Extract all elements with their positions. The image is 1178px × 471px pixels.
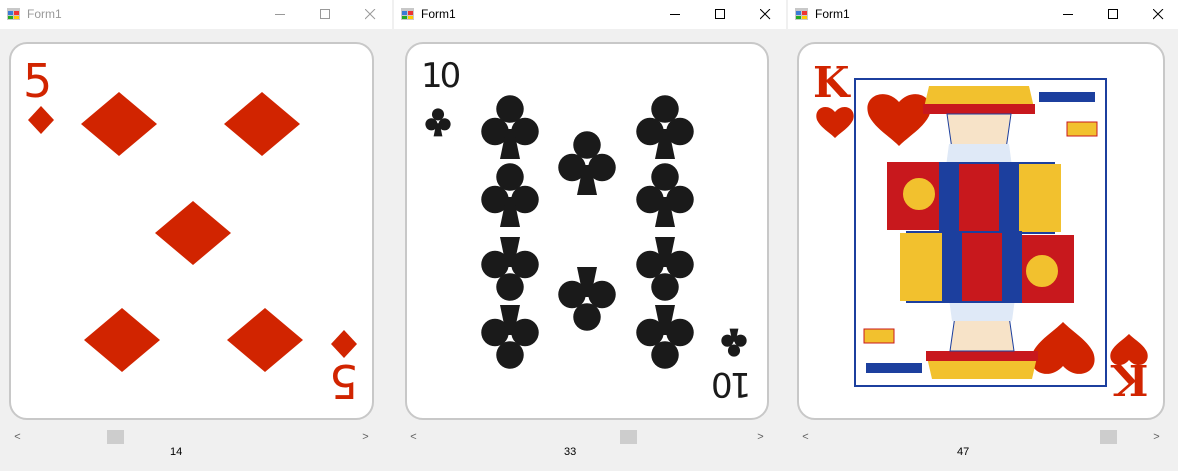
playing-card: K K (797, 42, 1165, 420)
card-rank-bottom: 10 (713, 364, 751, 404)
maximize-icon (1108, 9, 1118, 19)
scroll-right-arrow[interactable]: > (752, 429, 769, 445)
card-pips (425, 95, 747, 369)
club-pip (636, 163, 694, 227)
diamond-pip (84, 308, 160, 372)
minimize-icon (1063, 14, 1073, 15)
scroll-value-label: 14 (170, 446, 183, 458)
maximize-button[interactable] (303, 0, 348, 29)
scroll-left-arrow[interactable]: < (405, 429, 422, 445)
card-artwork (816, 78, 1148, 387)
club-pip (636, 95, 694, 159)
scroll-left-arrow[interactable]: < (9, 429, 26, 445)
diamond-pip (227, 308, 303, 372)
close-button[interactable] (348, 0, 392, 29)
scroll-thumb[interactable] (107, 430, 124, 444)
window-1: Form1 5 5 < > 14 (0, 0, 392, 471)
diamond-pip (28, 106, 54, 134)
club-pip (636, 237, 694, 301)
window-2: Form1 10 10 < > 33 (394, 0, 786, 471)
scroll-thumb[interactable] (1100, 430, 1117, 444)
title-bar[interactable]: Form1 (788, 0, 1178, 29)
minimize-button[interactable] (258, 0, 303, 29)
title-bar[interactable]: Form1 (394, 0, 786, 29)
horizontal-scrollbar[interactable]: < > (405, 429, 769, 445)
club-pip (481, 305, 539, 369)
club-pip (425, 108, 451, 137)
card-rank-bottom: 5 (328, 354, 358, 408)
card-rank-bottom: K (1112, 355, 1149, 404)
club-pip (481, 163, 539, 227)
scroll-left-arrow[interactable]: < (797, 429, 814, 445)
close-icon (365, 9, 376, 20)
close-icon (760, 9, 771, 20)
title-bar[interactable]: Form1 (0, 0, 392, 29)
scroll-value-label: 33 (564, 446, 577, 458)
scroll-right-arrow[interactable]: > (1148, 429, 1165, 445)
app-icon (795, 8, 808, 20)
club-pip (481, 95, 539, 159)
club-pip (558, 131, 616, 195)
window-title: Form1 (421, 7, 456, 21)
close-button[interactable] (743, 0, 786, 29)
window-3: Form1 K K < > 47 (788, 0, 1178, 471)
playing-card: 5 5 (9, 42, 374, 420)
maximize-button[interactable] (1091, 0, 1136, 29)
club-pip (636, 305, 694, 369)
close-button[interactable] (1136, 0, 1178, 29)
scroll-right-arrow[interactable]: > (357, 429, 374, 445)
maximize-button[interactable] (698, 0, 743, 29)
scroll-value-label: 47 (957, 446, 970, 458)
diamond-pip (155, 201, 231, 265)
playing-card: 10 10 (405, 42, 769, 420)
window-title: Form1 (27, 7, 62, 21)
minimize-icon (275, 14, 285, 15)
heart-pip (816, 106, 854, 138)
club-pip (558, 267, 616, 331)
maximize-icon (320, 9, 330, 19)
diamond-pip (224, 92, 300, 156)
scroll-thumb[interactable] (620, 430, 637, 444)
card-pips (28, 92, 357, 372)
club-pip (721, 328, 747, 357)
app-icon (7, 8, 20, 20)
minimize-icon (670, 14, 680, 15)
horizontal-scrollbar[interactable]: < > (9, 429, 374, 445)
minimize-button[interactable] (653, 0, 698, 29)
window-title: Form1 (815, 7, 850, 21)
minimize-button[interactable] (1046, 0, 1091, 29)
close-icon (1153, 9, 1164, 20)
app-icon (401, 8, 414, 20)
horizontal-scrollbar[interactable]: < > (797, 429, 1165, 445)
diamond-pip (81, 92, 157, 156)
club-pip (481, 237, 539, 301)
maximize-icon (715, 9, 725, 19)
